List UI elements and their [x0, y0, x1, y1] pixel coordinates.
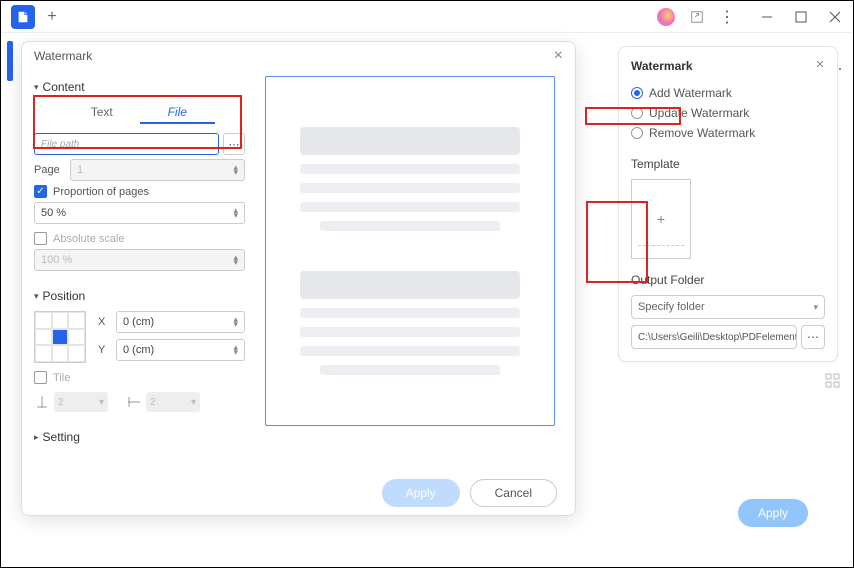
radio-update-watermark[interactable]: Update Watermark: [631, 103, 825, 123]
title-bar: + ⋮: [1, 1, 853, 33]
grid-view-icon[interactable]: [825, 373, 841, 394]
y-input[interactable]: 0 (cm) ▴▾: [116, 339, 245, 361]
radio-label: Add Watermark: [649, 86, 732, 100]
position-section-label: Position: [43, 289, 86, 303]
minimize-button[interactable]: [757, 7, 777, 27]
output-path-field[interactable]: C:\Users\Geili\Desktop\PDFelement\W...: [631, 325, 797, 349]
radio-label: Update Watermark: [649, 106, 749, 120]
button-label: Apply: [406, 486, 436, 500]
kebab-menu-icon[interactable]: ⋮: [719, 9, 735, 25]
page-input: 1 ▴▾: [70, 159, 245, 181]
tab-file[interactable]: File: [140, 102, 216, 124]
position-section-toggle[interactable]: ▾ Position: [34, 289, 245, 303]
tile-v-icon: [126, 394, 142, 410]
tab-indicator: [7, 41, 13, 81]
watermark-side-panel: × Watermark Add Watermark Update Waterma…: [618, 46, 838, 362]
spinner-icon: ▴▾: [233, 317, 238, 327]
file-browse-button[interactable]: ⋯: [223, 133, 245, 155]
position-grid[interactable]: [34, 311, 86, 363]
placeholder-text: File path: [41, 139, 79, 150]
setting-section-label: Setting: [43, 430, 80, 444]
output-section-label: Output Folder: [631, 273, 825, 287]
template-section-label: Template: [631, 157, 825, 171]
file-path-input[interactable]: File path: [34, 133, 219, 155]
tab-text[interactable]: Text: [64, 102, 140, 124]
dialog-title: Watermark: [34, 49, 92, 63]
tile-h-icon: [34, 394, 50, 410]
button-label: Cancel: [495, 486, 532, 500]
page-value: 1: [77, 164, 83, 176]
select-value: Specify folder: [638, 301, 705, 313]
dialog-close-icon[interactable]: ×: [554, 47, 563, 65]
x-value: 0 (cm): [123, 316, 154, 328]
radio-icon: [631, 107, 643, 119]
caret-down-icon: ▾: [34, 82, 39, 93]
apply-panel-button[interactable]: Apply: [738, 499, 808, 527]
maximize-button[interactable]: [791, 7, 811, 27]
tile-h-input: 2▾: [54, 392, 108, 412]
watermark-dialog: Watermark × ▾ Content Text File File path…: [21, 41, 576, 516]
tile-v-value: 2: [150, 397, 156, 408]
caret-right-icon: ▸: [34, 432, 39, 443]
spinner-icon: ▴▾: [233, 345, 238, 355]
cancel-button[interactable]: Cancel: [470, 479, 557, 507]
plus-icon: +: [657, 211, 665, 227]
radio-add-watermark[interactable]: Add Watermark: [631, 83, 825, 103]
panel-close-icon[interactable]: ×: [811, 55, 829, 73]
content-section-label: Content: [43, 80, 85, 94]
button-label: Apply: [758, 506, 788, 520]
absolute-input: 100 % ▴▾: [34, 249, 245, 271]
proportion-input[interactable]: 50 % ▴▾: [34, 202, 245, 224]
absolute-label: Absolute scale: [53, 233, 125, 245]
radio-icon: [631, 87, 643, 99]
spinner-icon: ▴▾: [233, 165, 238, 175]
preview-area: [257, 70, 575, 470]
absolute-value: 100 %: [41, 254, 72, 266]
apply-button[interactable]: Apply: [382, 479, 460, 507]
tab-label: Text: [91, 105, 113, 119]
output-folder-select[interactable]: Specify folder ▾: [631, 295, 825, 319]
page-label: Page: [34, 164, 64, 176]
browse-output-button[interactable]: ⋯: [801, 325, 825, 349]
radio-label: Remove Watermark: [649, 126, 755, 140]
tile-checkbox[interactable]: [34, 371, 47, 384]
radio-remove-watermark[interactable]: Remove Watermark: [631, 123, 825, 143]
proportion-checkbox[interactable]: ✓: [34, 185, 47, 198]
proportion-label: Proportion of pages: [53, 186, 149, 198]
tile-label: Tile: [53, 372, 70, 384]
absolute-checkbox[interactable]: [34, 232, 47, 245]
setting-section-toggle[interactable]: ▸ Setting: [34, 430, 245, 444]
tile-v-input: 2▾: [146, 392, 200, 412]
caret-down-icon: ▾: [34, 291, 39, 302]
radio-icon: [631, 127, 643, 139]
preview-page: [265, 76, 555, 426]
x-input[interactable]: 0 (cm) ▴▾: [116, 311, 245, 333]
tab-label: File: [168, 105, 187, 119]
position-center[interactable]: [52, 329, 69, 346]
panel-header: Watermark: [631, 59, 825, 73]
template-add-button[interactable]: +: [631, 179, 691, 259]
proportion-value: 50 %: [41, 207, 66, 219]
content-section-toggle[interactable]: ▾ Content: [34, 80, 245, 94]
share-icon[interactable]: [689, 9, 705, 25]
y-value: 0 (cm): [123, 344, 154, 356]
y-label: Y: [98, 344, 110, 356]
spinner-icon: ▴▾: [233, 255, 238, 265]
new-tab-button[interactable]: +: [43, 8, 61, 26]
close-button[interactable]: [825, 7, 845, 27]
tile-h-value: 2: [58, 397, 64, 408]
chevron-down-icon: ▾: [813, 302, 818, 313]
path-value: C:\Users\Geili\Desktop\PDFelement\W...: [638, 332, 797, 343]
profile-orb-icon[interactable]: [657, 8, 675, 26]
x-label: X: [98, 316, 110, 328]
app-icon: [11, 5, 35, 29]
spinner-icon: ▴▾: [233, 208, 238, 218]
